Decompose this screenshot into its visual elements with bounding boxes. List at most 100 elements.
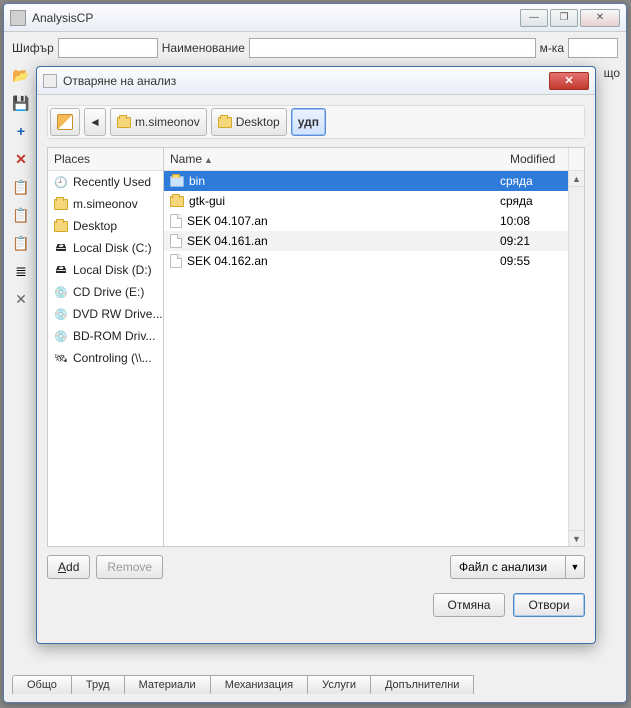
tab-labor[interactable]: Труд	[71, 675, 125, 694]
breadcrumb-label: удп	[298, 115, 319, 129]
unit-label: м-ка	[540, 41, 564, 55]
disk-icon: 🖴	[54, 241, 68, 255]
file-filter[interactable]: Файл с анализи ▼	[450, 555, 585, 579]
clipboard-icon[interactable]: 📋	[12, 178, 30, 196]
breadcrumb-2[interactable]: удп	[291, 108, 326, 136]
file-row[interactable]: gtk-guiсряда	[164, 191, 568, 211]
app-title: AnalysisCP	[32, 11, 520, 25]
file-modified: сряда	[500, 174, 562, 188]
open-button[interactable]: Отвори	[513, 593, 585, 617]
file-row[interactable]: SEK 04.162.an 09:55	[164, 251, 568, 271]
plus-icon[interactable]: +	[12, 122, 30, 140]
place-home[interactable]: m.simeonov	[48, 193, 163, 215]
file-row[interactable]: SEK 04.107.an 10:08	[164, 211, 568, 231]
place-disk-c[interactable]: 🖴Local Disk (C:)	[48, 237, 163, 259]
clipboard3-icon[interactable]: 📋	[12, 234, 30, 252]
place-dvd[interactable]: 💿DVD RW Drive...	[48, 303, 163, 325]
name-input[interactable]	[249, 38, 536, 58]
bd-icon: 💿	[54, 329, 68, 343]
edit-path-button[interactable]	[50, 108, 80, 136]
side-toolbar: 📂 💾 + ✕ 📋 📋 📋 ≣ ✕	[10, 66, 32, 308]
wrench-icon[interactable]: ✕	[12, 290, 30, 308]
file-list: Name▲ Modified binсрядаgtk-guiсрядаSEK 0…	[164, 148, 584, 546]
folder-icon	[170, 196, 184, 207]
folder-open-icon[interactable]: 📂	[12, 66, 30, 84]
place-disk-d[interactable]: 🖴Local Disk (D:)	[48, 259, 163, 281]
places-panel: Places 🕘Recently Used m.simeonov Desktop…	[48, 148, 164, 546]
folder-icon	[218, 117, 232, 128]
file-name: bin	[189, 174, 205, 188]
clipboard2-icon[interactable]: 📋	[12, 206, 30, 224]
place-network[interactable]: 🛰Controling (\\...	[48, 347, 163, 369]
file-modified: 09:21	[500, 234, 562, 248]
network-icon: 🛰	[54, 351, 68, 365]
sort-asc-icon: ▲	[204, 155, 213, 165]
split-pane: Places 🕘Recently Used m.simeonov Desktop…	[47, 147, 585, 547]
file-row[interactable]: SEK 04.161.an09:21	[164, 231, 568, 251]
folder-icon	[170, 176, 184, 187]
file-icon	[170, 214, 182, 228]
dvd-icon: 💿	[54, 307, 68, 321]
dialog-titlebar[interactable]: Отваряне на анализ ✕	[37, 67, 595, 95]
scroll-down-icon[interactable]: ▼	[569, 530, 584, 546]
minimize-button[interactable]: —	[520, 9, 548, 27]
file-name: SEK 04.107.an	[187, 214, 268, 228]
recent-icon: 🕘	[54, 175, 68, 189]
path-toolbar: ◄ m.simeonov Desktop удп	[47, 105, 585, 139]
tab-additional[interactable]: Допълнителни	[370, 675, 474, 694]
cancel-button[interactable]: Отмяна	[433, 593, 505, 617]
disk-icon: 🖴	[54, 263, 68, 277]
folder-icon	[117, 117, 131, 128]
breadcrumb-0[interactable]: m.simeonov	[110, 108, 207, 136]
col-modified[interactable]: Modified	[504, 148, 568, 170]
save-icon[interactable]: 💾	[12, 94, 30, 112]
file-name: SEK 04.162.an	[187, 254, 268, 268]
tab-services[interactable]: Услуги	[307, 675, 371, 694]
place-desktop[interactable]: Desktop	[48, 215, 163, 237]
tab-materials[interactable]: Материали	[124, 675, 211, 694]
main-titlebar[interactable]: AnalysisCP — ❐ ✕	[4, 4, 626, 32]
list-icon[interactable]: ≣	[12, 262, 30, 280]
delete-icon[interactable]: ✕	[12, 150, 30, 168]
file-list-header: Name▲ Modified	[164, 148, 584, 171]
bottom-tabs: Общо Труд Материали Механизация Услуги Д…	[12, 675, 618, 694]
breadcrumb-1[interactable]: Desktop	[211, 108, 287, 136]
app-icon	[10, 10, 26, 26]
remove-button: Remove	[96, 555, 163, 579]
folder-icon	[54, 219, 68, 233]
file-row[interactable]: bin сряда	[164, 171, 568, 191]
back-button[interactable]: ◄	[84, 108, 106, 136]
place-recent[interactable]: 🕘Recently Used	[48, 171, 163, 193]
col-name[interactable]: Name▲	[164, 148, 504, 170]
form-row: Шифър Наименование м-ка	[4, 32, 626, 64]
open-file-dialog: Отваряне на анализ ✕ ◄ m.simeonov Deskto…	[36, 66, 596, 644]
places-header: Places	[48, 148, 163, 171]
scroll-header	[568, 148, 584, 170]
file-modified: 10:08	[500, 214, 562, 228]
breadcrumb-label: m.simeonov	[135, 115, 200, 129]
chevron-down-icon[interactable]: ▼	[565, 555, 585, 579]
add-button[interactable]: Add	[47, 555, 90, 579]
scroll-up-icon[interactable]: ▲	[569, 171, 584, 187]
file-name: gtk-gui	[189, 194, 225, 208]
tab-mechanization[interactable]: Механизация	[210, 675, 308, 694]
dialog-icon	[43, 74, 57, 88]
truncated-text: що	[604, 66, 620, 80]
place-cd[interactable]: 💿CD Drive (E:)	[48, 281, 163, 303]
cipher-input[interactable]	[58, 38, 158, 58]
dialog-title: Отваряне на анализ	[63, 74, 549, 88]
dialog-close-button[interactable]: ✕	[549, 72, 589, 90]
cipher-label: Шифър	[12, 41, 54, 55]
place-bd[interactable]: 💿BD-ROM Driv...	[48, 325, 163, 347]
close-button[interactable]: ✕	[580, 9, 620, 27]
name-label: Наименование	[162, 41, 245, 55]
unit-input[interactable]	[568, 38, 618, 58]
tab-total[interactable]: Общо	[12, 675, 72, 694]
maximize-button[interactable]: ❐	[550, 9, 578, 27]
file-icon	[170, 234, 182, 248]
file-modified: 09:55	[500, 254, 562, 268]
pencil-icon	[57, 114, 73, 130]
chevron-left-icon: ◄	[89, 115, 101, 129]
vertical-scrollbar[interactable]: ▲ ▼	[568, 171, 584, 546]
folder-icon	[54, 197, 68, 211]
